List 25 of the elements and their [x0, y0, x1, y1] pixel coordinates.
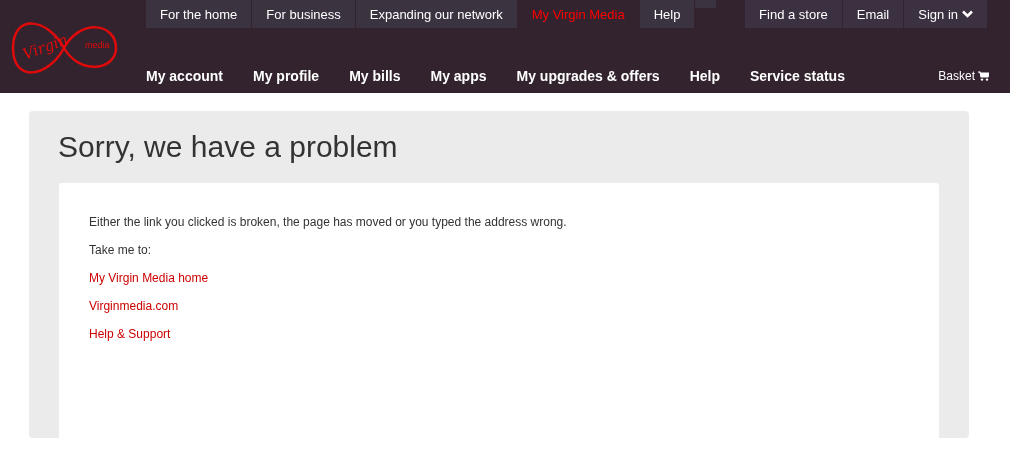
- prompt-text: Take me to:: [89, 243, 153, 257]
- logo-subtext: media: [85, 40, 110, 50]
- main-nav-link[interactable]: My upgrades & offers: [516, 37, 660, 84]
- top-nav-tab[interactable]: For business: [252, 0, 355, 28]
- page-link[interactable]: Virginmedia.com: [89, 299, 179, 313]
- top-nav-tab[interactable]: My Virgin Media: [517, 0, 639, 28]
- utility-link[interactable]: Find a store: [745, 0, 842, 28]
- top-nav-tab[interactable]: Expanding our network: [355, 0, 517, 28]
- utility-link[interactable]: Email: [842, 0, 904, 28]
- chevron-down-icon: [962, 10, 973, 18]
- top-nav-tab[interactable]: For the home: [146, 0, 252, 28]
- main-nav-link[interactable]: Service status: [750, 37, 845, 84]
- error-message: Either the link you clicked is broken, the page has moved or you typed the address wrong.: [89, 215, 568, 229]
- cart-icon: [978, 70, 989, 81]
- page-link[interactable]: Help & Support: [89, 327, 171, 341]
- main-nav-link[interactable]: My apps: [430, 37, 487, 84]
- basket-link[interactable]: Basket: [938, 38, 989, 83]
- page-link[interactable]: My Virgin Media home: [89, 271, 209, 285]
- main-nav-link[interactable]: Help: [689, 37, 720, 84]
- main-nav-link[interactable]: My profile: [253, 37, 320, 84]
- page-title: Sorry, we have a problem: [58, 130, 399, 165]
- top-nav-tab[interactable]: Help: [639, 0, 695, 28]
- main-nav-link[interactable]: My bills: [349, 37, 401, 84]
- utility-link[interactable]: Sign in: [904, 0, 987, 28]
- main-nav-link[interactable]: My account: [146, 37, 223, 84]
